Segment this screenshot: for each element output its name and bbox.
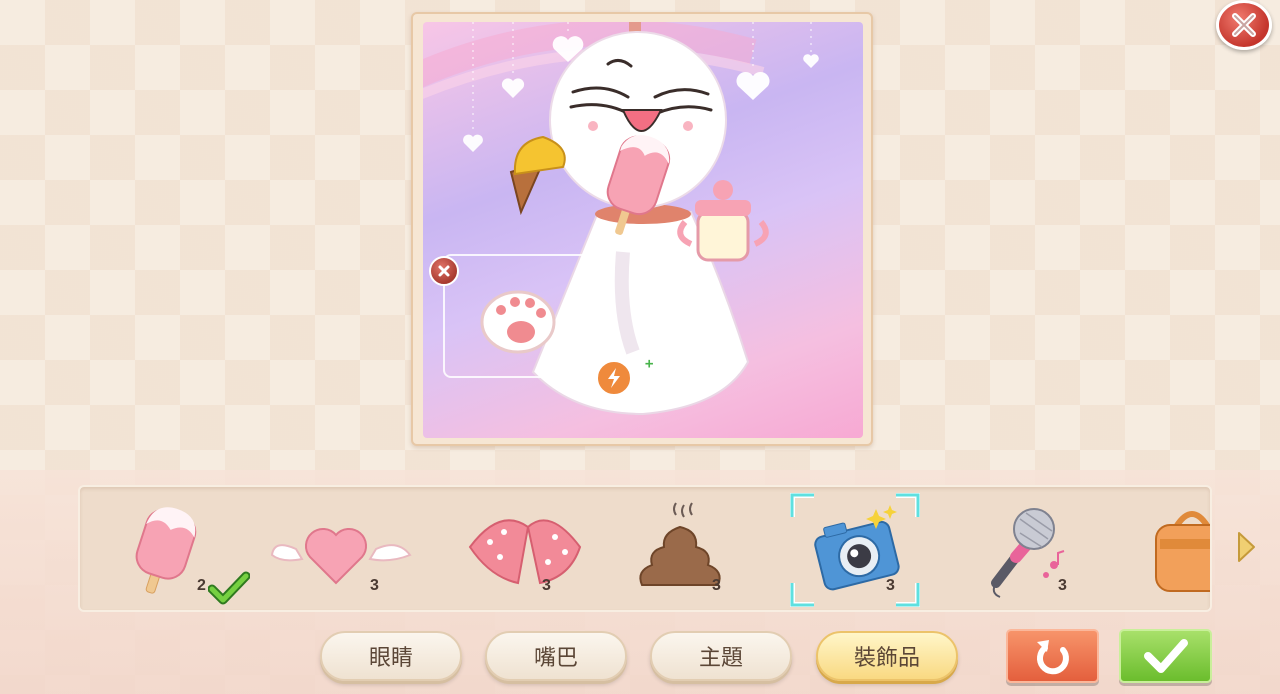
rotate-handle[interactable]	[596, 360, 632, 396]
close-button[interactable]	[1216, 0, 1272, 50]
reset-button[interactable]	[1006, 629, 1099, 683]
preview-frame: +	[411, 12, 873, 446]
inventory-item-poop[interactable]: 3	[628, 487, 768, 610]
lightning-icon	[608, 368, 620, 388]
tab-label: 主題	[698, 646, 743, 671]
item-count: 3	[712, 577, 721, 594]
item-count: 3	[542, 577, 551, 594]
item-count: 2	[197, 577, 206, 594]
handbag-icon	[1155, 511, 1210, 592]
close-x-icon	[1232, 13, 1256, 37]
tab-mouth[interactable]: 嘴巴	[485, 631, 627, 681]
anchor-crosshair-icon: +	[645, 356, 654, 372]
tab-label: 眼睛	[368, 646, 413, 671]
microphone-icon	[991, 508, 1065, 598]
inventory-item-winged-heart[interactable]: 3	[266, 487, 412, 610]
camera-icon	[814, 505, 900, 591]
inventory-item-camera[interactable]: 3	[790, 487, 930, 610]
tab-label: 裝飾品	[853, 646, 920, 671]
polka-dot-bow-icon	[468, 519, 582, 585]
item-count: 3	[370, 577, 379, 594]
close-x-icon	[438, 265, 450, 277]
checkmark-icon	[1143, 639, 1188, 673]
poop-icon	[639, 502, 721, 586]
inventory-item-microphone[interactable]: 3	[976, 487, 1116, 610]
equipped-check-icon	[208, 571, 250, 605]
winged-heart-icon	[270, 528, 412, 585]
tab-theme[interactable]: 主題	[650, 631, 792, 681]
preview-canvas[interactable]: +	[423, 22, 863, 438]
remove-accessory-button[interactable]	[429, 256, 459, 286]
tab-accessories[interactable]: 裝飾品	[816, 631, 958, 681]
confirm-button[interactable]	[1119, 629, 1212, 683]
inventory-item-bow[interactable]: 3	[460, 487, 600, 610]
inventory-item-handbag[interactable]	[1142, 487, 1210, 610]
tab-label: 嘴巴	[533, 646, 578, 671]
inventory-shelf: 2 3 3 3 3 3	[78, 485, 1212, 612]
item-count: 3	[886, 577, 895, 594]
tab-eyes[interactable]: 眼睛	[320, 631, 462, 681]
ice-cream-cone-accessory	[509, 135, 566, 216]
chevron-right-icon[interactable]	[1236, 530, 1258, 564]
inventory-item-popsicle[interactable]: 2	[110, 487, 250, 610]
undo-arrow-icon	[1036, 640, 1069, 675]
selection-box[interactable]	[443, 254, 593, 378]
item-count: 3	[1058, 577, 1067, 594]
